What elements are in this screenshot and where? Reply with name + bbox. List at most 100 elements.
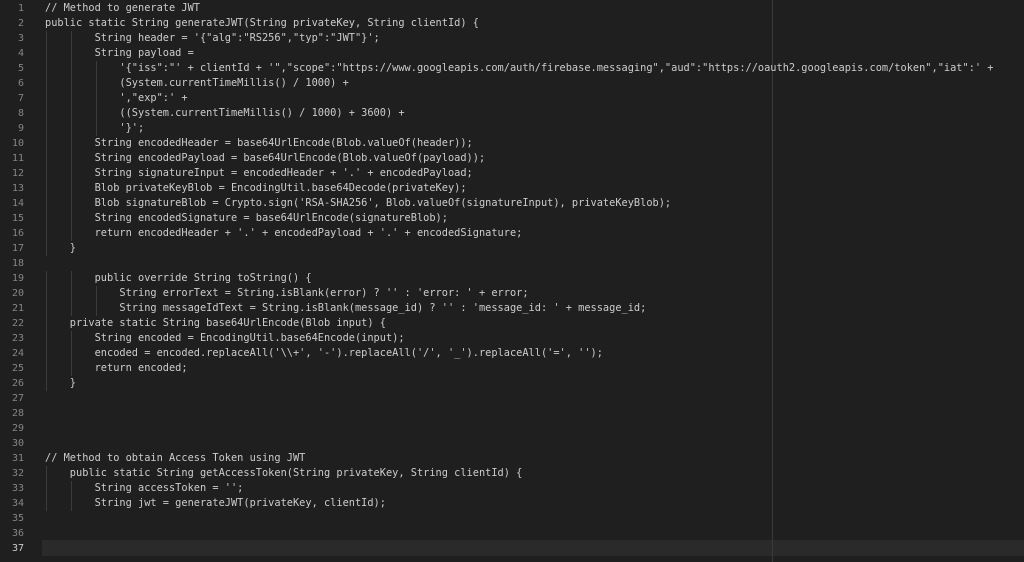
line-number: 25: [11, 363, 24, 374]
code-text[interactable]: // Method to generate JWT: [45, 1, 200, 16]
code-text[interactable]: public override String toString() {: [45, 271, 312, 286]
line-number: 8: [17, 108, 24, 119]
code-line[interactable]: 23 String encoded = EncodingUtil.base64E…: [0, 331, 1024, 346]
code-line[interactable]: 8 ((System.currentTimeMillis() / 1000) +…: [0, 106, 1024, 121]
line-number: 23: [11, 333, 24, 344]
code-text[interactable]: encoded = encoded.replaceAll('\\+', '-')…: [45, 346, 603, 361]
line-number: 10: [11, 138, 24, 149]
code-lines[interactable]: 1 // Method to generate JWT 2 public static…: [0, 0, 1024, 556]
code-line[interactable]: 27: [0, 391, 1024, 406]
code-line[interactable]: 35: [0, 511, 1024, 526]
code-line[interactable]: 34 String jwt = generateJWT(privateKey, …: [0, 496, 1024, 511]
code-text[interactable]: public static String getAccessToken(Stri…: [45, 466, 523, 481]
code-text[interactable]: return encoded;: [45, 361, 188, 376]
line-number: 34: [11, 498, 24, 509]
code-text[interactable]: String signatureInput = encodedHeader + …: [45, 166, 473, 181]
code-line[interactable]: 24 encoded = encoded.replaceAll('\\+', '…: [0, 346, 1024, 361]
code-line[interactable]: 16 return encodedHeader + '.' + encodedP…: [0, 226, 1024, 241]
code-line[interactable]: 31 // Method to obtain Access Token using…: [0, 451, 1024, 466]
code-text[interactable]: String encodedHeader = base64UrlEncode(B…: [45, 136, 473, 151]
code-line[interactable]: 1 // Method to generate JWT: [0, 1, 1024, 16]
line-number: 27: [11, 393, 24, 404]
line-number: 14: [11, 198, 24, 209]
code-line[interactable]: 19 public override String toString() {: [0, 271, 1024, 286]
code-text[interactable]: }: [45, 376, 76, 391]
code-line[interactable]: 17 }: [0, 241, 1024, 256]
code-editor[interactable]: 1 // Method to generate JWT 2 public static…: [0, 0, 1024, 562]
code-text[interactable]: ',"exp":' +: [45, 91, 187, 106]
code-text[interactable]: return encodedHeader + '.' + encodedPayl…: [45, 226, 523, 241]
code-text[interactable]: }: [45, 241, 76, 256]
line-number: 3: [17, 33, 24, 44]
line-number: 6: [17, 78, 24, 89]
code-line[interactable]: 21 String messageIdText = String.isBlank…: [0, 301, 1024, 316]
line-number: 32: [11, 468, 24, 479]
code-line[interactable]: 7 ',"exp":' +: [0, 91, 1024, 106]
code-text[interactable]: '}';: [45, 121, 144, 136]
line-number: 5: [17, 63, 24, 74]
line-number: 16: [11, 228, 24, 239]
line-number: 30: [11, 438, 24, 449]
line-number: 31: [11, 453, 24, 464]
code-text[interactable]: String jwt = generateJWT(privateKey, cli…: [45, 496, 386, 511]
code-text[interactable]: // Method to obtain Access Token using J…: [45, 451, 305, 466]
code-line[interactable]: 20 String errorText = String.isBlank(err…: [0, 286, 1024, 301]
code-text[interactable]: String encodedSignature = base64UrlEncod…: [45, 211, 448, 226]
line-number: 2: [17, 18, 24, 29]
line-number: 35: [11, 513, 24, 524]
line-number: 33: [11, 483, 24, 494]
code-line[interactable]: 10 String encodedHeader = base64UrlEncod…: [0, 136, 1024, 151]
code-line[interactable]: 28: [0, 406, 1024, 421]
code-text[interactable]: String payload =: [45, 46, 194, 61]
line-number: 18: [11, 258, 24, 269]
code-line[interactable]: 32 public static String getAccessToken(S…: [0, 466, 1024, 481]
line-number: 26: [11, 378, 24, 389]
code-text[interactable]: String encodedPayload = base64UrlEncode(…: [45, 151, 486, 166]
code-text[interactable]: String encoded = EncodingUtil.base64Enco…: [45, 331, 405, 346]
line-number: 37: [11, 543, 24, 554]
code-line[interactable]: 5 '{"iss":"' + clientId + '","scope":"ht…: [0, 61, 1024, 76]
code-text[interactable]: public static String generateJWT(String …: [45, 16, 479, 31]
code-line[interactable]: 6 (System.currentTimeMillis() / 1000) +: [0, 76, 1024, 91]
line-number: 20: [11, 288, 24, 299]
code-line[interactable]: 18: [0, 256, 1024, 271]
line-number: 24: [11, 348, 24, 359]
code-line[interactable]: 13 Blob privateKeyBlob = EncodingUtil.ba…: [0, 181, 1024, 196]
code-line[interactable]: 12 String signatureInput = encodedHeader…: [0, 166, 1024, 181]
code-text[interactable]: Blob privateKeyBlob = EncodingUtil.base6…: [45, 181, 467, 196]
line-number: 21: [11, 303, 24, 314]
line-number: 13: [11, 183, 24, 194]
code-text[interactable]: String header = '{"alg":"RS256","typ":"J…: [45, 31, 380, 46]
code-line[interactable]: 30: [0, 436, 1024, 451]
code-line[interactable]: 11 String encodedPayload = base64UrlEnco…: [0, 151, 1024, 166]
code-line[interactable]: 15 String encodedSignature = base64UrlEn…: [0, 211, 1024, 226]
code-line[interactable]: 2 public static String generateJWT(String…: [0, 16, 1024, 31]
line-number: 4: [17, 48, 24, 59]
code-line[interactable]: 26 }: [0, 376, 1024, 391]
code-line[interactable]: 9 '}';: [0, 121, 1024, 136]
code-line[interactable]: 25 return encoded;: [0, 361, 1024, 376]
code-text[interactable]: Blob signatureBlob = Crypto.sign('RSA-SH…: [45, 196, 672, 211]
code-line[interactable]: 22 private static String base64UrlEncode…: [0, 316, 1024, 331]
line-number: 7: [17, 93, 24, 104]
code-text[interactable]: '{"iss":"' + clientId + '","scope":"http…: [45, 61, 993, 76]
line-number: 19: [11, 273, 24, 284]
line-number: 1: [17, 3, 24, 14]
code-text[interactable]: private static String base64UrlEncode(Bl…: [45, 316, 386, 331]
code-line[interactable]: 3 String header = '{"alg":"RS256","typ":…: [0, 31, 1024, 46]
code-text[interactable]: ((System.currentTimeMillis() / 1000) + 3…: [45, 106, 404, 121]
code-line[interactable]: 37: [0, 541, 1024, 556]
code-line[interactable]: 33 String accessToken = '';: [0, 481, 1024, 496]
code-text[interactable]: String messageIdText = String.isBlank(me…: [45, 301, 646, 316]
code-text[interactable]: (System.currentTimeMillis() / 1000) +: [45, 76, 348, 91]
code-line[interactable]: 4 String payload =: [0, 46, 1024, 61]
line-number: 17: [11, 243, 24, 254]
line-number: 12: [11, 168, 24, 179]
code-line[interactable]: 36: [0, 526, 1024, 541]
code-text[interactable]: String accessToken = '';: [45, 481, 244, 496]
line-number: 22: [11, 318, 24, 329]
code-line[interactable]: 29: [0, 421, 1024, 436]
code-line[interactable]: 14 Blob signatureBlob = Crypto.sign('RSA…: [0, 196, 1024, 211]
code-text[interactable]: String errorText = String.isBlank(error)…: [45, 286, 528, 301]
line-number: 29: [11, 423, 24, 434]
